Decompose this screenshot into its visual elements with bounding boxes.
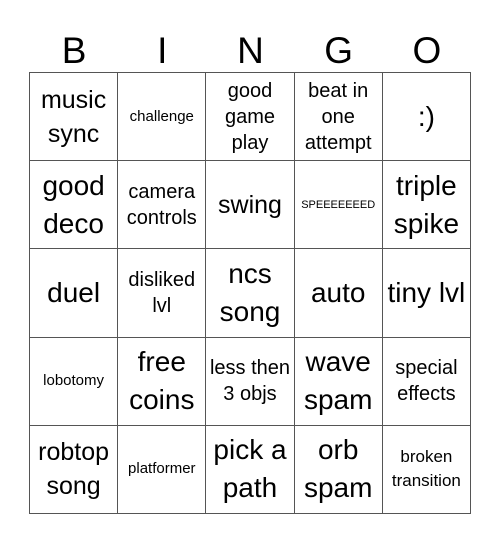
bingo-cell-text: robtop song <box>38 438 110 501</box>
bingo-cell-text: special effects <box>395 357 458 406</box>
bingo-cell[interactable]: robtop song <box>30 425 119 514</box>
bingo-cell-text: tiny lvl <box>387 276 466 308</box>
bingo-header: B I N G O <box>30 28 471 73</box>
bingo-cell-text: platformer <box>128 460 196 478</box>
bingo-cell-text: camera controls <box>126 180 197 229</box>
bingo-cell-text: pick a path <box>213 434 287 504</box>
bingo-cell-text: less then 3 objs <box>209 357 291 406</box>
bingo-cell-text: :) <box>417 100 435 132</box>
bingo-cell-text: ncs song <box>219 257 281 327</box>
bingo-cell-text: music sync <box>40 85 107 148</box>
bingo-cell-text: auto <box>310 276 366 308</box>
bingo-cell[interactable]: good deco <box>30 161 119 250</box>
bingo-cell[interactable]: lobotomy <box>30 337 119 426</box>
header-letter-g: G <box>324 30 354 71</box>
bingo-cell-text: orb spam <box>303 434 373 504</box>
bingo-cell-text: good game play <box>224 79 275 154</box>
bingo-cell[interactable]: broken transition <box>382 425 471 514</box>
bingo-cell-text: disliked lvl <box>128 268 196 317</box>
bingo-cell[interactable]: disliked lvl <box>118 249 207 338</box>
bingo-cell[interactable]: tiny lvl <box>382 249 471 338</box>
bingo-cell[interactable]: swing <box>206 161 295 250</box>
bingo-cell-text: SPEEEEEEED <box>301 198 376 211</box>
bingo-cell-text: beat in one attempt <box>304 79 372 154</box>
bingo-cell[interactable]: wave spam <box>294 337 383 426</box>
bingo-cell-text: triple spike <box>393 169 460 239</box>
bingo-cell[interactable]: orb spam <box>294 425 383 514</box>
bingo-cell[interactable]: triple spike <box>382 161 471 250</box>
bingo-grid: music sync challenge good game play beat in… <box>29 72 471 514</box>
bingo-cell-text: good deco <box>42 169 105 239</box>
bingo-cell[interactable]: ncs song <box>206 249 295 338</box>
bingo-cell[interactable]: pick a path <box>206 425 295 514</box>
bingo-cell[interactable]: camera controls <box>118 161 207 250</box>
bingo-cell[interactable]: good game play <box>206 73 295 162</box>
bingo-cell-text: challenge <box>129 107 194 125</box>
bingo-cell[interactable]: SPEEEEEEED <box>294 161 383 250</box>
bingo-cell[interactable]: auto <box>294 249 383 338</box>
bingo-cell[interactable]: duel <box>30 249 119 338</box>
bingo-cell-text: duel <box>47 276 101 308</box>
bingo-cell[interactable]: special effects <box>382 337 471 426</box>
bingo-cell[interactable]: challenge <box>118 73 207 162</box>
bingo-cell[interactable]: beat in one attempt <box>294 73 383 162</box>
bingo-cell-text: broken transition <box>391 447 461 491</box>
header-letter-o: O <box>412 30 442 71</box>
header-letter-b: B <box>61 30 87 71</box>
bingo-cell[interactable]: music sync <box>30 73 119 162</box>
bingo-cell-text: lobotomy <box>43 372 105 390</box>
bingo-cell-text: free coins <box>129 346 195 416</box>
bingo-cell[interactable]: :) <box>382 73 471 162</box>
bingo-cell-text: wave spam <box>303 346 373 416</box>
bingo-cell-text: swing <box>218 190 282 219</box>
header-letter-n: N <box>237 30 264 71</box>
header-letter-i: I <box>157 30 168 71</box>
bingo-cell[interactable]: less then 3 objs <box>206 337 295 426</box>
bingo-cell[interactable]: platformer <box>118 425 207 514</box>
bingo-cell[interactable]: free coins <box>118 337 207 426</box>
